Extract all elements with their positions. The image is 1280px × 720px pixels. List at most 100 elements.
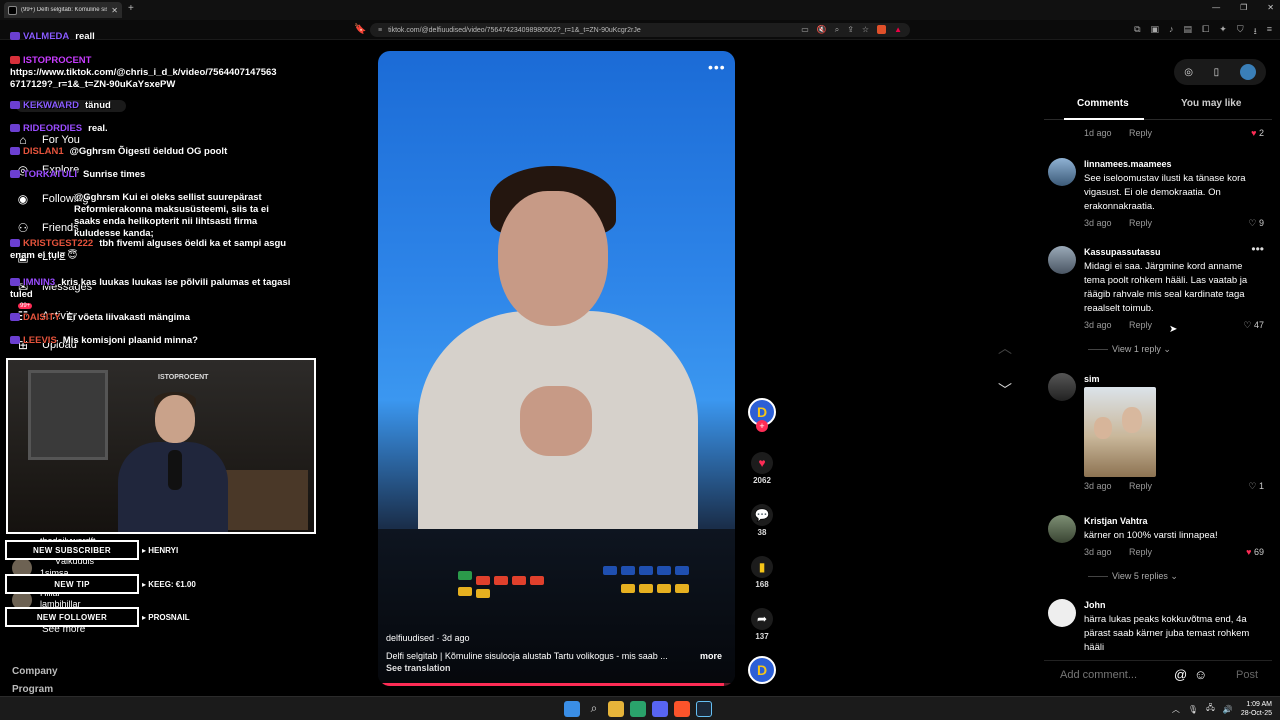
network-icon[interactable]: 🖧 xyxy=(1206,702,1215,716)
comment-avatar[interactable] xyxy=(1048,515,1076,543)
leo-icon[interactable]: ✦ xyxy=(1219,24,1227,40)
vpn-icon[interactable]: ⛉ xyxy=(1237,24,1244,40)
download-icon[interactable]: ⭳ xyxy=(1254,24,1257,40)
comment-avatar[interactable] xyxy=(1048,599,1076,627)
app-icon[interactable] xyxy=(630,701,646,717)
save-button[interactable]: ▮ 168 xyxy=(742,556,782,589)
post-button[interactable]: Post xyxy=(1236,669,1258,681)
address-bar[interactable]: ≡ tiktok.com/@delfiuudised/video/7564742… xyxy=(370,23,910,37)
brave-icon[interactable] xyxy=(674,701,690,717)
search-icon[interactable]: ⌕ xyxy=(586,701,602,717)
file-explorer-icon[interactable] xyxy=(608,701,624,717)
reply-button[interactable]: Reply xyxy=(1129,481,1152,491)
address-bar-icons: ▭ 🔇 ⌕ ⇪ ☆ ▲ xyxy=(801,25,902,35)
wallet-icon[interactable]: ▣ xyxy=(1151,24,1160,40)
view-replies-button[interactable]: View 1 reply ⌄ xyxy=(1088,344,1171,355)
brave-shield-icon[interactable] xyxy=(877,25,887,34)
tabs-icon[interactable]: ⧠ xyxy=(1202,24,1209,40)
previous-video-icon[interactable]: ︿ xyxy=(998,338,1012,358)
reply-button[interactable]: Reply xyxy=(1129,320,1152,330)
comment-text: See iseloomustav ilusti ka tänase kora v… xyxy=(1084,173,1246,212)
emoji-icon[interactable]: ☺ xyxy=(1194,667,1207,682)
chat-username: KRISTGEST222 xyxy=(23,238,94,249)
comment-more-icon[interactable]: ••• xyxy=(1251,242,1264,256)
nav-item-for-you[interactable]: ⌂ For You xyxy=(14,133,80,147)
zoom-icon[interactable]: ⌕ xyxy=(835,25,839,35)
close-tab-icon[interactable]: ✕ xyxy=(111,6,118,15)
video-progress-bar[interactable] xyxy=(378,683,735,686)
footer-link-company[interactable]: Company xyxy=(12,666,58,677)
steam-icon[interactable] xyxy=(696,701,712,717)
share-count: 137 xyxy=(755,632,769,641)
comment-avatar[interactable] xyxy=(1048,373,1076,401)
comment-username[interactable]: Kassupassutassu xyxy=(1084,246,1264,258)
messages-badge: 99+ xyxy=(18,303,33,309)
comment-likes[interactable]: ♥ 69 xyxy=(1246,547,1264,557)
share-icon[interactable]: ⇪ xyxy=(847,25,854,35)
windows-taskbar: ⌕ ︿ 🎙 🖧 🔊 1:09 AM 28-Oct-25 xyxy=(0,696,1280,720)
close-window-icon[interactable]: ✕ xyxy=(1267,3,1274,12)
new-tab-icon[interactable]: + xyxy=(128,3,134,14)
add-comment-input[interactable]: Add comment... xyxy=(1060,669,1137,681)
footer-link-program[interactable]: Program xyxy=(12,684,53,695)
comment-avatar[interactable] xyxy=(1048,158,1076,186)
device-icon[interactable]: ▯ xyxy=(1214,67,1220,78)
extensions-icon[interactable]: ⧉ xyxy=(1134,24,1140,40)
bookmark-icon: ▮ xyxy=(751,556,773,578)
maximize-icon[interactable]: ❐ xyxy=(1240,3,1247,12)
comment-likes[interactable]: ♥ 2 xyxy=(1251,128,1264,138)
follow-plus-icon[interactable]: + xyxy=(756,420,768,432)
share-arrow-icon: ➦ xyxy=(751,608,773,630)
rewards-icon[interactable]: ▲ xyxy=(894,25,902,35)
reply-button[interactable]: Reply xyxy=(1129,128,1152,138)
comment-username[interactable]: Kristjan Vahtra xyxy=(1084,515,1264,527)
comment-button[interactable]: 💬 38 xyxy=(742,504,782,537)
profile-avatar[interactable] xyxy=(1239,64,1256,80)
comment-time: 3d ago xyxy=(1084,320,1112,330)
mention-icon[interactable]: @ xyxy=(1174,667,1187,682)
mute-icon[interactable]: 🔇 xyxy=(817,25,827,35)
view-replies-button[interactable]: View 5 replies ⌄ xyxy=(1088,571,1178,582)
windows-start-icon[interactable] xyxy=(564,701,580,717)
description-more-link[interactable]: more xyxy=(700,651,722,661)
comment-username[interactable]: linnamees.maamees xyxy=(1084,158,1264,170)
comment-likes[interactable]: ♡ 9 xyxy=(1248,218,1264,229)
next-video-icon[interactable]: ﹀ xyxy=(998,380,1012,400)
reply-button[interactable]: Reply xyxy=(1129,547,1152,557)
share-button[interactable]: ➦ 137 xyxy=(742,608,782,641)
mic-icon[interactable]: 🎙 xyxy=(1188,705,1198,714)
tab-comments[interactable]: Comments xyxy=(1077,98,1129,109)
video-player[interactable]: ••• delfiuudised · 3d ago Delfi selgitab… xyxy=(378,51,735,686)
comment-avatar[interactable] xyxy=(1048,246,1076,274)
music-icon[interactable]: ♪ xyxy=(1169,24,1174,40)
reply-button[interactable]: Reply xyxy=(1129,218,1152,228)
comment-likes[interactable]: ♡ 47 xyxy=(1243,320,1264,331)
like-button[interactable]: ♥ 2062 xyxy=(742,452,782,485)
tab-you-may-like[interactable]: You may like xyxy=(1181,98,1241,109)
star-icon[interactable]: ☆ xyxy=(862,25,869,35)
coin-icon[interactable]: ◎ xyxy=(1184,67,1193,78)
more-options-icon[interactable]: ••• xyxy=(708,59,726,75)
minimize-icon[interactable]: — xyxy=(1212,3,1220,12)
video-author[interactable]: delfiuudised · 3d ago xyxy=(386,633,470,643)
cast-icon[interactable]: ▭ xyxy=(801,25,809,35)
comment-likes[interactable]: ♡ 1 xyxy=(1248,481,1264,492)
sidebar-icon[interactable]: ▤ xyxy=(1184,24,1193,40)
bookmark-icon[interactable]: 🔖 xyxy=(354,24,366,35)
see-translation-link[interactable]: See translation xyxy=(386,663,451,673)
browser-tab[interactable]: (99+) Delfi selgitab: Kõmuline sis ✕ xyxy=(4,2,122,18)
menu-icon[interactable]: ≡ xyxy=(1267,24,1272,40)
comment-username[interactable]: John xyxy=(1084,599,1264,611)
author-avatar-button[interactable]: D + xyxy=(742,398,782,432)
comment-image[interactable] xyxy=(1084,387,1156,477)
volume-icon[interactable]: 🔊 xyxy=(1223,705,1233,714)
see-more-link[interactable]: See more xyxy=(42,624,85,635)
site-info-icon[interactable]: ≡ xyxy=(378,27,382,34)
comment-username[interactable]: sim xyxy=(1084,373,1264,385)
discord-icon[interactable] xyxy=(652,701,668,717)
video-person-face xyxy=(498,191,608,326)
tray-chevron-icon[interactable]: ︿ xyxy=(1172,704,1180,715)
alert-value: ▸ PROSNAIL xyxy=(142,613,190,622)
clock[interactable]: 1:09 AM 28-Oct-25 xyxy=(1241,700,1272,718)
sound-button[interactable]: D xyxy=(742,656,782,684)
